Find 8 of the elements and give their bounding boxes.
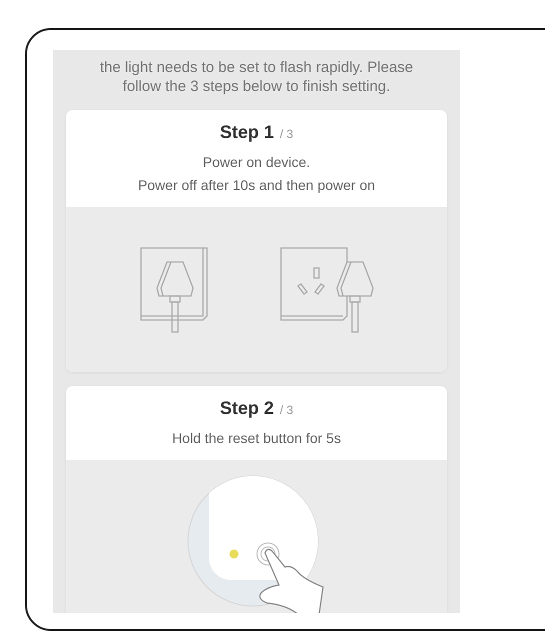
step-title: Step 2: [220, 398, 274, 418]
step-instruction: Power on device.: [202, 153, 312, 172]
intro-text: the light needs to be set to flash rapidly. Please follow the 3 steps below to finish setting.: [98, 58, 414, 96]
step-count: / 3: [280, 403, 294, 417]
step-count: / 3: [280, 127, 294, 141]
step-instruction: Hold the reset button for 5s: [171, 429, 342, 448]
step-instruction: Power off after 10s and then power on: [136, 176, 376, 195]
step-title: Step 1: [220, 122, 274, 142]
